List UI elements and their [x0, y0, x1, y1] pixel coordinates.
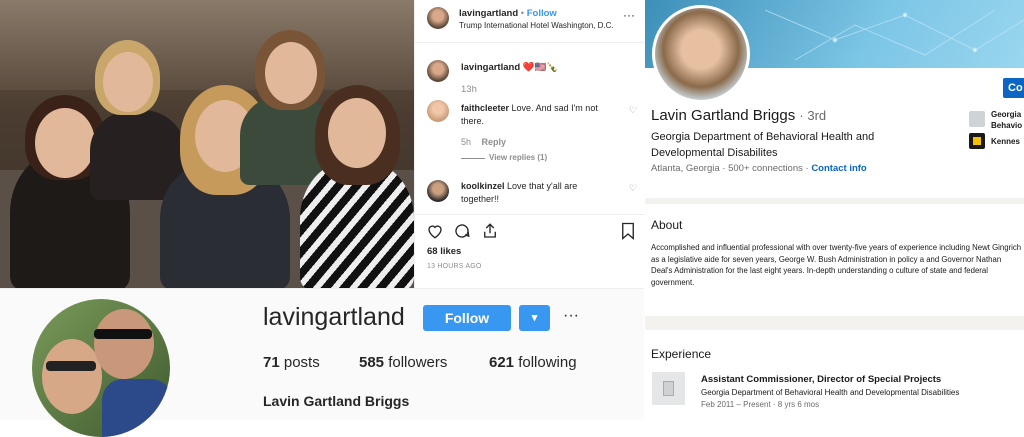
comment-username[interactable]: koolkinzel	[461, 181, 505, 191]
job-title[interactable]: Assistant Commissioner, Director of Spec…	[701, 374, 941, 385]
about-text: Accomplished and influential professiona…	[651, 243, 1022, 287]
chevron-down-icon[interactable]: ▾	[519, 305, 550, 331]
company-logo[interactable]	[652, 372, 685, 405]
comment-avatar[interactable]	[427, 180, 449, 202]
more-options-icon[interactable]: ···	[563, 307, 579, 325]
bookmark-icon[interactable]	[620, 222, 636, 240]
li-headline: Georgia Department of Behavioral Health …	[651, 131, 875, 159]
followers-count: 585	[359, 354, 385, 371]
divider	[415, 42, 645, 43]
following-label: following	[518, 354, 577, 371]
side-item-label: Behavio	[991, 121, 1023, 130]
stat-following[interactable]: 621 following	[489, 354, 577, 371]
author-avatar[interactable]	[427, 7, 449, 29]
divider	[461, 158, 485, 159]
heart-icon[interactable]	[426, 222, 444, 240]
post-panel: lavingartland • Follow Trump Internation…	[414, 0, 645, 288]
header-username[interactable]: lavingartland	[459, 8, 518, 19]
header-separator: •	[520, 8, 525, 19]
profile-photo[interactable]	[652, 5, 750, 103]
comment-icon[interactable]	[453, 222, 471, 240]
likes-count[interactable]: 68 likes	[427, 246, 461, 257]
followers-label: followers	[388, 354, 448, 371]
caption: lavingartland ❤️🇺🇸🍾	[461, 62, 558, 73]
like-comment-icon[interactable]: ♡	[629, 105, 637, 116]
li-location: Atlanta, Georgia	[651, 163, 720, 174]
caption-avatar[interactable]	[427, 60, 449, 82]
side-item-org[interactable]: Georgia Behavio	[991, 109, 1024, 131]
post-photo[interactable]	[0, 0, 414, 288]
comment-meta: 5h Reply	[461, 137, 506, 147]
more-options-icon[interactable]: ···	[623, 8, 635, 22]
post-timestamp: 13 HOURS AGO	[427, 263, 482, 270]
org-logo[interactable]	[969, 111, 985, 127]
caption-username[interactable]: lavingartland	[461, 62, 520, 73]
stat-followers[interactable]: 585 followers	[359, 354, 447, 371]
contact-info-link[interactable]: Contact info	[811, 163, 866, 174]
comment: koolkinzel Love that y'all are together!…	[461, 180, 611, 206]
about-title: About	[651, 218, 683, 232]
li-name-row: Lavin Gartland Briggs · 3rd	[651, 107, 826, 124]
li-connections[interactable]: 500+ connections	[728, 163, 803, 174]
comment-avatar[interactable]	[427, 100, 449, 122]
profile-username: lavingartland	[263, 303, 405, 331]
job-org: Georgia Department of Behavioral Health …	[701, 388, 960, 397]
header-follow-link[interactable]: Follow	[527, 8, 557, 19]
profile-avatar[interactable]	[32, 299, 170, 437]
profile-full-name: Lavin Gartland Briggs	[263, 393, 410, 409]
follow-button[interactable]: Follow	[423, 305, 511, 331]
connection-degree: · 3rd	[799, 108, 827, 123]
post-location[interactable]: Trump International Hotel Washington, D.…	[459, 21, 614, 30]
side-item-label: Georgia	[991, 110, 1022, 119]
caption-time: 13h	[461, 84, 477, 95]
caption-text: ❤️🇺🇸🍾	[522, 62, 559, 73]
side-item-school[interactable]: Kennes	[991, 137, 1024, 146]
post-header: lavingartland • Follow	[459, 8, 557, 19]
following-count: 621	[489, 354, 515, 371]
job-dates: Feb 2011 – Present · 8 yrs 6 mos	[701, 400, 820, 409]
comment-time: 5h	[461, 137, 472, 147]
li-name: Lavin Gartland Briggs	[651, 107, 796, 124]
posts-count: 71	[263, 354, 280, 371]
reply-button[interactable]: Reply	[482, 137, 507, 147]
profile-header: lavingartland Follow ▾ ··· 71 posts 585 …	[0, 288, 644, 437]
li-meta: Atlanta, Georgia · 500+ connections · Co…	[651, 163, 867, 174]
comment-username[interactable]: faithcleeter	[461, 103, 509, 113]
view-replies-button[interactable]: View replies (1)	[489, 153, 547, 162]
experience-title: Experience	[651, 347, 712, 361]
like-comment-icon[interactable]: ♡	[629, 183, 637, 194]
divider	[415, 214, 645, 215]
stat-posts: 71 posts	[263, 354, 320, 371]
comment: faithcleeter Love. And sad I'm not there…	[461, 102, 611, 128]
school-logo[interactable]	[969, 133, 985, 149]
connect-button[interactable]: Co	[1003, 78, 1024, 98]
share-icon[interactable]	[481, 222, 499, 240]
posts-label: posts	[283, 354, 320, 371]
